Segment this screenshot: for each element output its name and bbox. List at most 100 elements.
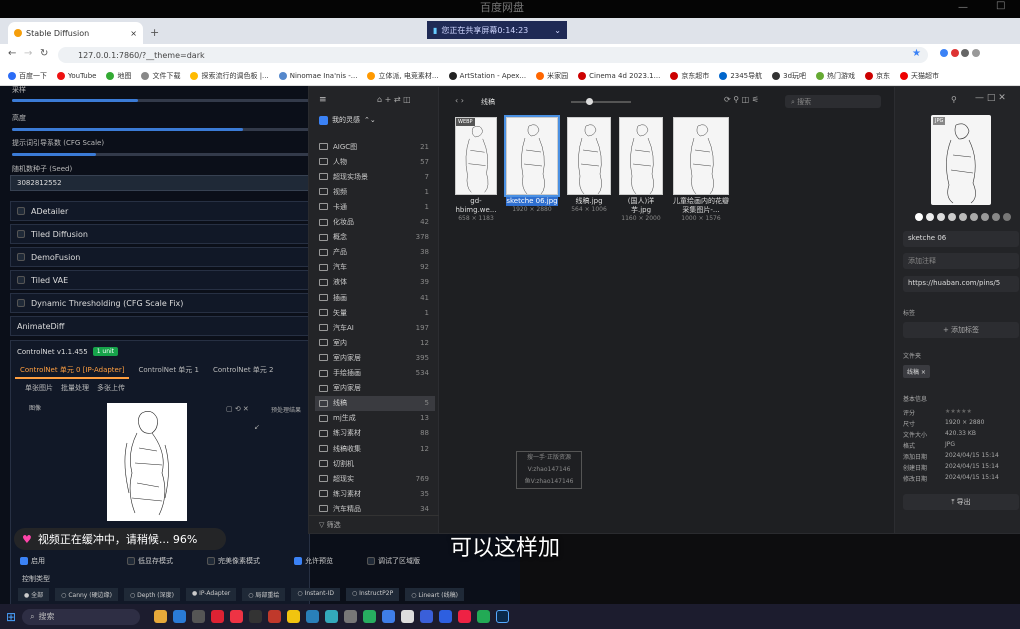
app-icon[interactable] bbox=[173, 610, 187, 623]
preview-image[interactable]: JPG bbox=[931, 115, 991, 205]
app-icon[interactable] bbox=[306, 610, 320, 623]
bookmark-item[interactable]: 米家园 bbox=[536, 71, 568, 81]
folder-item[interactable]: mj生成 13 bbox=[315, 411, 435, 426]
allow-preview-checkbox[interactable]: 允许预览 bbox=[294, 556, 333, 566]
bookmark-item[interactable]: 地图 bbox=[106, 71, 131, 81]
folder-item[interactable]: 人物 57 bbox=[315, 154, 435, 169]
extension-icons[interactable] bbox=[940, 49, 980, 59]
radio-ip-adapter[interactable]: ● IP-Adapter bbox=[185, 588, 237, 601]
asset-card[interactable]: (国人)洋芋.jpg 1160 × 2000 bbox=[619, 117, 663, 222]
tab-batch[interactable]: 批量处理 bbox=[61, 383, 89, 393]
bookmark-item[interactable]: 3d玩吧 bbox=[772, 71, 806, 81]
new-tab-icon[interactable]: + bbox=[150, 26, 159, 39]
folder-item[interactable]: 室内家居 395 bbox=[315, 350, 435, 365]
radio-canny[interactable]: ○ Canny (硬边缘) bbox=[55, 588, 118, 601]
toolbar-icons[interactable]: ⟳ ⚲ ◫ ⚟ bbox=[724, 95, 759, 104]
asset-card[interactable]: 儿童绘画内的花瓣采集图片-... 1000 × 1576 bbox=[673, 117, 729, 222]
folder-item[interactable]: 汽车 92 bbox=[315, 260, 435, 275]
file-explorer-icon[interactable] bbox=[154, 610, 168, 623]
folder-item[interactable]: 插画 41 bbox=[315, 290, 435, 305]
asset-thumbnail[interactable] bbox=[673, 117, 729, 195]
bookmark-item[interactable]: 京东超市 bbox=[670, 71, 709, 81]
asset-card[interactable]: 线稿.jpg 564 × 1006 bbox=[567, 117, 611, 213]
bookmark-item[interactable]: 2345导航 bbox=[719, 71, 762, 81]
windows-start-icon[interactable]: ⊞ bbox=[6, 610, 16, 624]
photoshop-icon[interactable] bbox=[496, 610, 510, 623]
folder-item[interactable]: 室内家居 bbox=[315, 381, 435, 396]
bookmark-item[interactable]: ArtStation - Apex... bbox=[448, 71, 526, 80]
bookmark-item[interactable]: 立体派, 电竞素材... bbox=[367, 71, 439, 81]
screen-share-indicator[interactable]: ▮ 您正在共享屏幕0:14:23 ⌄ bbox=[427, 21, 567, 39]
accordion-animatediff[interactable]: AnimateDiff bbox=[10, 316, 310, 336]
library-switcher[interactable]: 我的灵感 ⌃⌄ bbox=[319, 115, 376, 125]
forward-icon[interactable]: → bbox=[24, 48, 32, 59]
tab-cn-unit-0[interactable]: ControlNet 单元 0 [IP-Adapter] bbox=[15, 363, 130, 379]
folder-item[interactable]: 视频 1 bbox=[315, 184, 435, 199]
nav-arrows-icon[interactable]: ‹ › bbox=[455, 96, 464, 105]
bookmark-item[interactable]: Ninomae Ina'nis -... bbox=[278, 71, 357, 80]
window-controls-icon[interactable]: — □ ✕ bbox=[975, 93, 1006, 103]
add-tag-button[interactable]: + 添加标签 bbox=[903, 322, 1019, 338]
accordion-tiled-vae[interactable]: Tiled VAE bbox=[10, 270, 310, 290]
folder-chip[interactable]: 线稿 × bbox=[903, 365, 930, 378]
radio-instructp2p[interactable]: ○ InstructP2P bbox=[346, 588, 400, 601]
preview-checkbox-label[interactable]: 预处理结果 bbox=[271, 405, 301, 414]
star-icon[interactable]: ★ bbox=[912, 48, 921, 59]
bookmark-item[interactable]: Cinema 4d 2023.1... bbox=[578, 71, 660, 80]
uploaded-sketch[interactable] bbox=[107, 403, 187, 521]
folder-item[interactable]: 汽车AI 197 bbox=[315, 320, 435, 335]
taskbar-search[interactable]: ⌕ 搜索 bbox=[22, 608, 141, 625]
asset-thumbnail[interactable] bbox=[504, 115, 560, 197]
checkbox[interactable] bbox=[17, 207, 25, 215]
tab-single-image[interactable]: 单张图片 bbox=[25, 383, 53, 393]
cfg-slider[interactable] bbox=[12, 153, 312, 156]
url-field[interactable]: https://huaban.com/pins/5 bbox=[903, 276, 1019, 292]
height-slider[interactable] bbox=[12, 128, 312, 131]
app-icon[interactable] bbox=[363, 610, 377, 623]
radio-lineart[interactable]: ○ Lineart (线稿) bbox=[405, 588, 464, 601]
app-icon[interactable] bbox=[439, 610, 453, 623]
minimize-icon[interactable]: — bbox=[958, 2, 968, 13]
accordion-dynamic-thresholding[interactable]: Dynamic Thresholding (CFG Scale Fix) bbox=[10, 293, 310, 313]
close-icon[interactable]: × bbox=[130, 29, 137, 38]
app-icon[interactable] bbox=[211, 610, 225, 623]
tab-multi-upload[interactable]: 多张上传 bbox=[97, 383, 125, 393]
bookmark-item[interactable]: 百度一下 bbox=[8, 71, 47, 81]
bookmark-item[interactable]: 探索流行的调色板 |... bbox=[190, 71, 269, 81]
restore-icon[interactable]: □ bbox=[996, 0, 1005, 11]
bookmark-item[interactable]: 热门游戏 bbox=[816, 71, 855, 81]
folder-item[interactable]: 线稿 5 bbox=[315, 395, 435, 411]
chevron-down-icon[interactable]: ⌄ bbox=[554, 26, 561, 35]
search-input[interactable]: ⌕ 搜索 bbox=[785, 95, 881, 108]
pixel-perfect-checkbox[interactable]: 完美像素模式 bbox=[207, 556, 260, 566]
reload-icon[interactable]: ↻ bbox=[40, 48, 48, 59]
app-icon[interactable] bbox=[249, 610, 263, 623]
arrow-icon[interactable]: ↙ bbox=[254, 423, 260, 431]
asset-thumbnail[interactable] bbox=[619, 117, 663, 195]
asset-card[interactable]: sketche 06.jpg 1920 × 2880 bbox=[504, 115, 560, 213]
asset-thumbnail[interactable] bbox=[567, 117, 611, 195]
tab-cn-unit-1[interactable]: ControlNet 单元 1 bbox=[133, 363, 204, 379]
enable-checkbox[interactable]: 启用 bbox=[20, 556, 45, 566]
radio-depth[interactable]: ○ Depth (深度) bbox=[123, 588, 180, 601]
checkbox[interactable] bbox=[17, 230, 25, 238]
folder-item[interactable]: 室内 12 bbox=[315, 335, 435, 350]
app-icon[interactable] bbox=[230, 610, 244, 623]
folder-item[interactable]: 矢量 1 bbox=[315, 305, 435, 320]
folder-item[interactable]: 概念 378 bbox=[315, 230, 435, 245]
folder-item[interactable]: 练习素材 35 bbox=[315, 486, 435, 501]
checkbox[interactable] bbox=[17, 276, 25, 284]
asset-card[interactable]: WEBP gd-hbimg.we... 658 × 1183 bbox=[455, 117, 497, 222]
app-icon[interactable] bbox=[477, 610, 491, 623]
accordion-demofusion[interactable]: DemoFusion bbox=[10, 247, 310, 267]
app-icon[interactable] bbox=[287, 610, 301, 623]
export-button[interactable]: ⤒ 导出 bbox=[903, 494, 1019, 510]
url-field[interactable]: 127.0.0.1:7860/?__theme=dark bbox=[58, 47, 928, 63]
name-field[interactable]: sketche 06 bbox=[903, 231, 1019, 247]
folder-item[interactable]: 手绘插画 534 bbox=[315, 366, 435, 381]
radio-inpaint[interactable]: ○ 局部重绘 bbox=[242, 588, 286, 601]
app-icon[interactable] bbox=[344, 610, 358, 623]
region-checkbox[interactable]: 调试了区域版 bbox=[367, 556, 420, 566]
tab-stable-diffusion[interactable]: Stable Diffusion × bbox=[8, 22, 143, 44]
folder-item[interactable]: 超现实 769 bbox=[315, 471, 435, 486]
